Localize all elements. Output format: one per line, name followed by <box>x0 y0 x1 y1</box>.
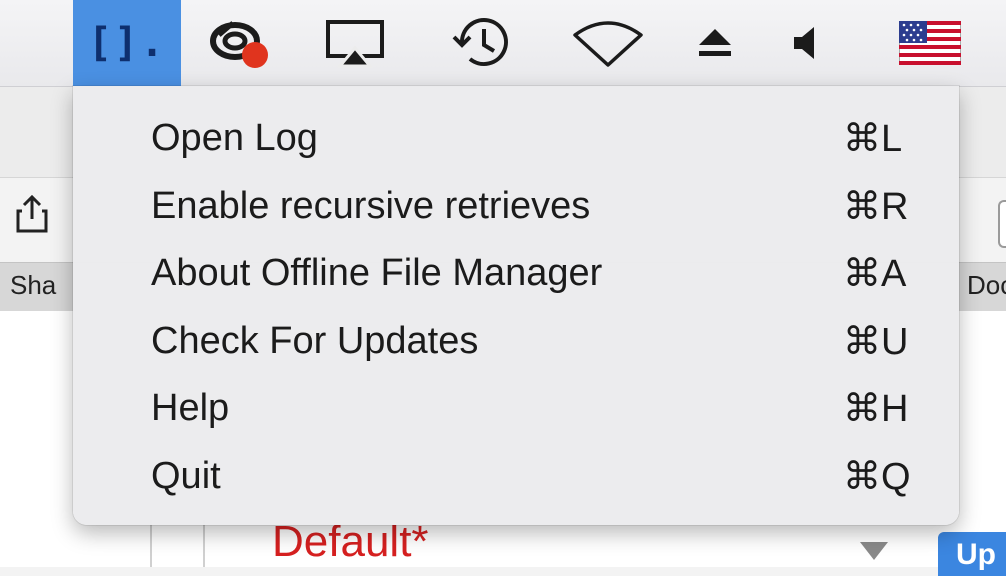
volume-icon <box>794 27 814 59</box>
menu-item-open-log[interactable]: Open Log ⌘L <box>73 105 959 173</box>
menu-item-label: Check For Updates <box>151 319 479 362</box>
airplay-icon <box>326 20 384 68</box>
menu-item-label: About Offline File Manager <box>151 252 603 295</box>
menu-item-about[interactable]: About Offline File Manager ⌘A <box>73 240 959 308</box>
menu-item-label: Help <box>151 387 230 430</box>
status-item-menu: Open Log ⌘L Enable recursive retrieves ⌘… <box>73 86 959 525</box>
offline-file-manager-status-item[interactable]: []. <box>73 0 181 86</box>
column-divider <box>150 520 152 567</box>
menu-item-shortcut: ⌘H <box>843 388 909 431</box>
offline-file-manager-icon: []. <box>87 20 167 66</box>
eject-icon <box>699 29 731 56</box>
menu-item-label: Enable recursive retrieves <box>151 184 591 227</box>
update-button[interactable]: Up <box>938 532 1006 576</box>
us-flag-input-icon <box>899 21 961 65</box>
share-label: Sha <box>10 270 57 300</box>
background-toolbar-button[interactable] <box>998 200 1006 248</box>
airplay-item[interactable] <box>315 0 395 86</box>
menu-item-enable-recursive-retrieves[interactable]: Enable recursive retrieves ⌘R <box>73 173 959 241</box>
menu-item-shortcut: ⌘R <box>843 185 909 228</box>
wifi-icon <box>572 21 643 67</box>
menu-item-shortcut: ⌘Q <box>843 455 911 498</box>
menu-item-help[interactable]: Help ⌘H <box>73 375 959 443</box>
sync-status-icon <box>210 21 268 68</box>
menu-item-label: Open Log <box>151 117 318 160</box>
input-source-item[interactable] <box>895 0 965 86</box>
dropdown-arrow-icon[interactable] <box>860 542 888 560</box>
menu-item-shortcut: ⌘U <box>843 320 909 363</box>
menu-item-label: Quit <box>151 454 221 497</box>
wifi-item[interactable] <box>565 0 650 86</box>
menu-item-shortcut: ⌘L <box>843 118 903 161</box>
share-icon[interactable] <box>14 193 50 233</box>
documents-label: Doc <box>967 270 1006 300</box>
menu-bar: []. <box>0 0 1006 87</box>
menu-item-check-for-updates[interactable]: Check For Updates ⌘U <box>73 308 959 376</box>
eject-item[interactable] <box>690 0 740 86</box>
time-machine-icon <box>452 18 508 67</box>
time-machine-item[interactable] <box>440 0 520 86</box>
menu-item-quit[interactable]: Quit ⌘Q <box>73 443 959 511</box>
menu-item-shortcut: ⌘A <box>843 253 907 296</box>
sync-status-item[interactable] <box>200 0 280 86</box>
volume-item[interactable] <box>785 0 825 86</box>
column-divider <box>203 520 205 567</box>
